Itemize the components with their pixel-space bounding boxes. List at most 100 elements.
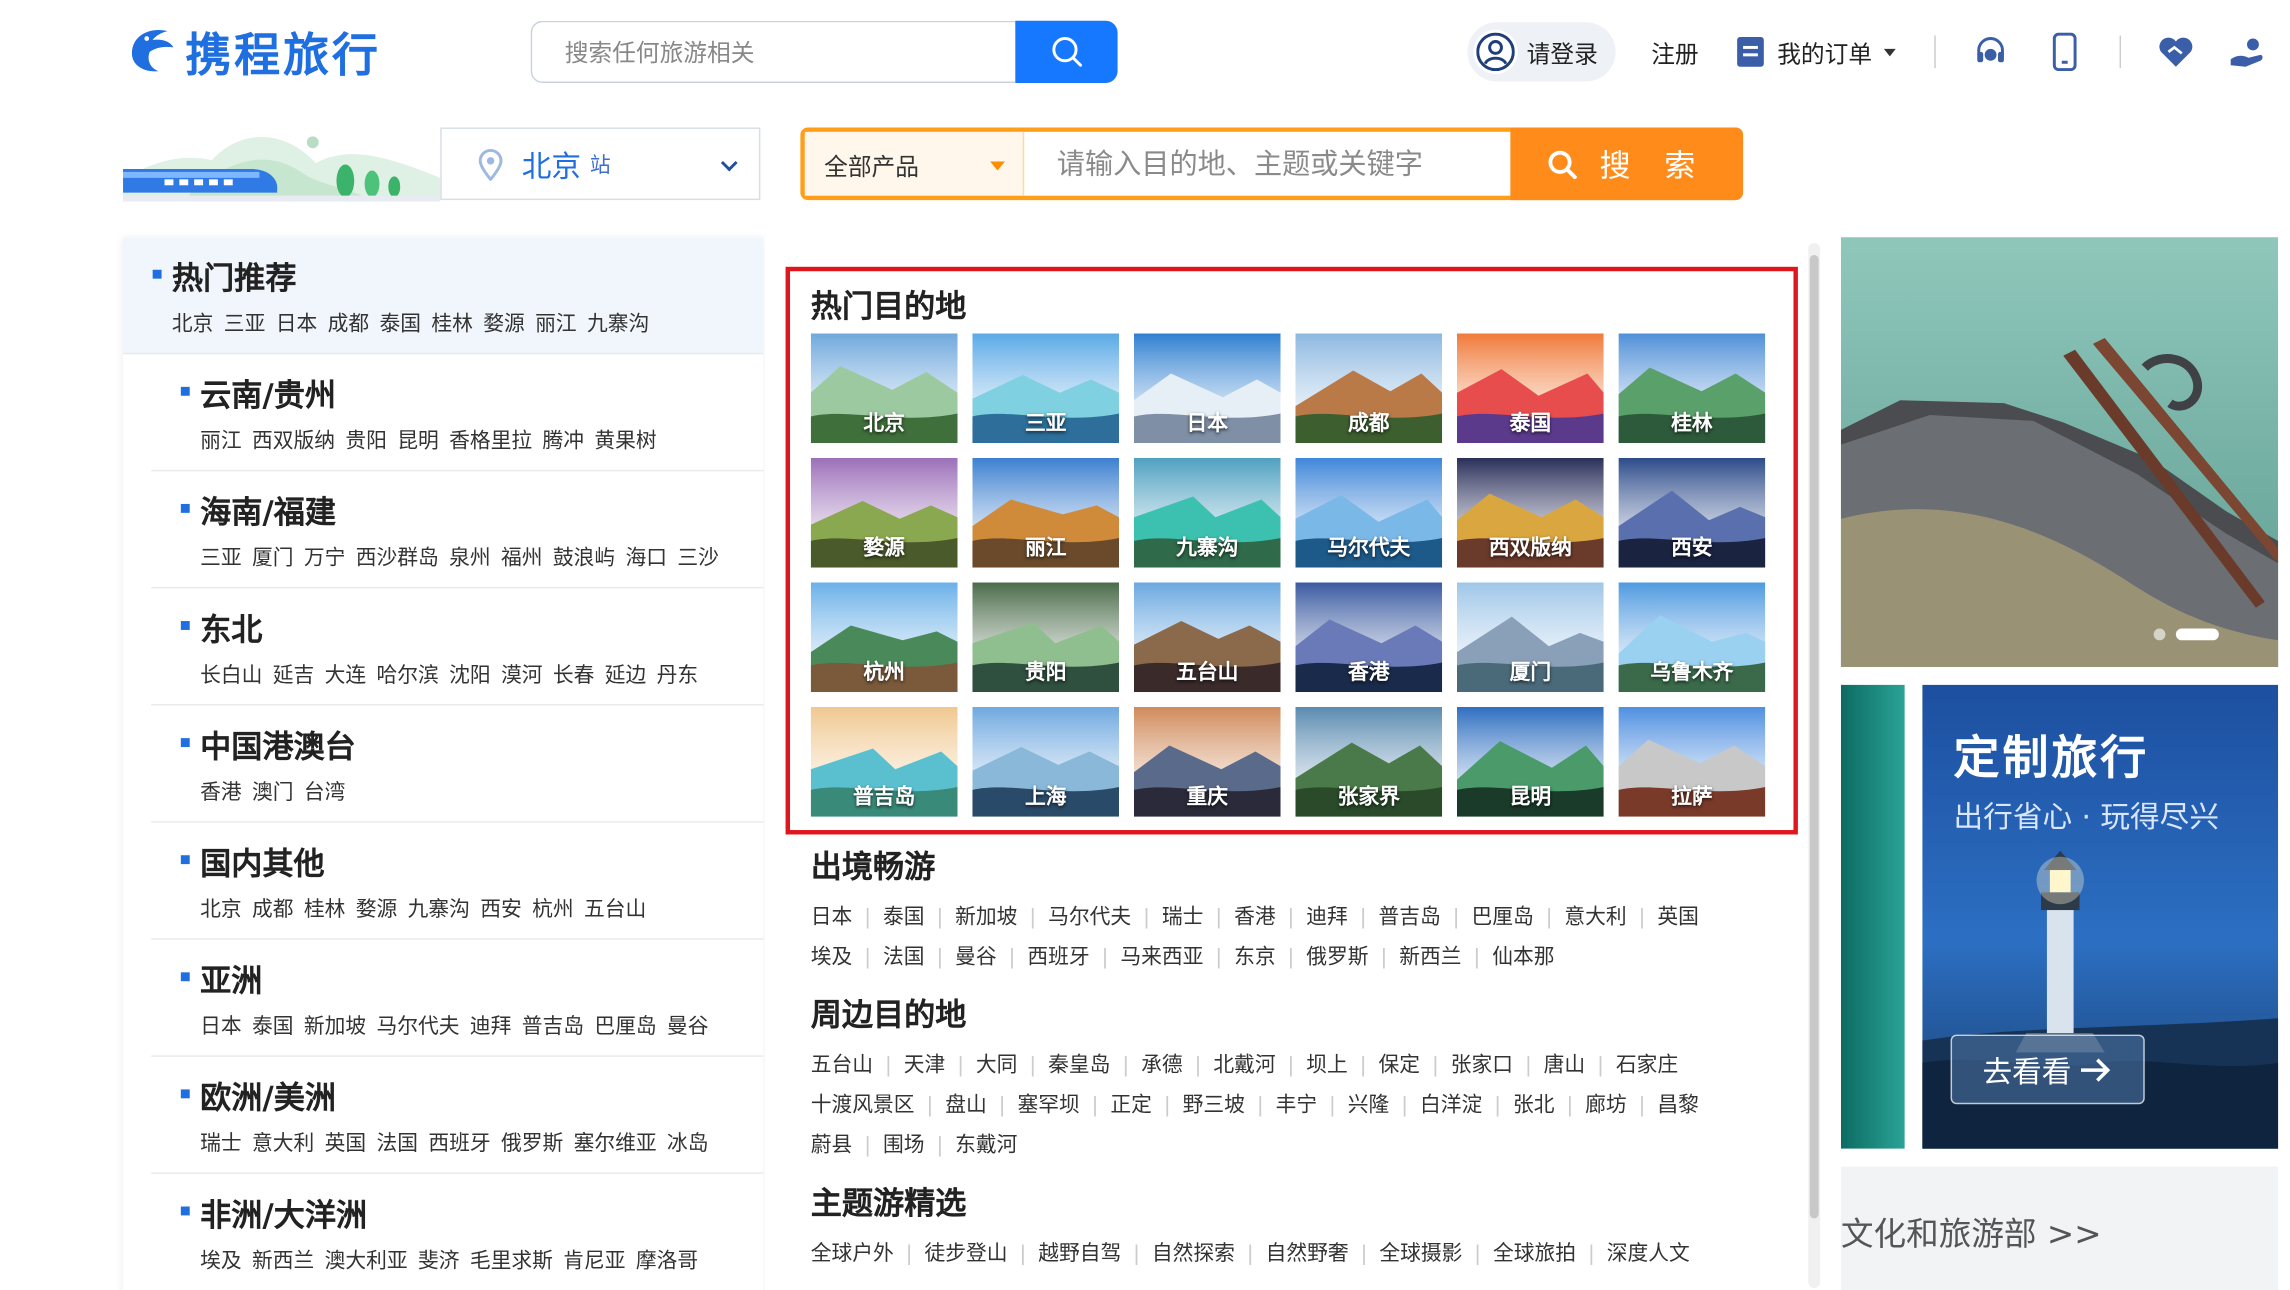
- destination-link[interactable]: 俄罗斯: [1306, 938, 1368, 978]
- category-link[interactable]: 巴厘岛: [594, 1015, 656, 1039]
- category-link[interactable]: 长春: [553, 664, 595, 688]
- category-item[interactable]: 海南/福建 三亚 厦门 万宁 西沙群岛 泉州 福州 鼓浪屿 海口 三沙: [151, 471, 764, 589]
- destination-tile[interactable]: 婺源: [810, 457, 958, 568]
- destination-tile[interactable]: 香港: [1295, 582, 1443, 693]
- destination-link[interactable]: 白洋淀: [1420, 1086, 1482, 1126]
- category-link[interactable]: 台湾: [304, 781, 346, 805]
- category-link[interactable]: 杭州: [532, 898, 574, 922]
- destination-link[interactable]: 埃及: [811, 938, 853, 978]
- destination-link[interactable]: 五台山: [811, 1046, 873, 1086]
- product-category-dropdown[interactable]: 全部产品: [804, 131, 1025, 196]
- category-link[interactable]: 曼谷: [667, 1015, 709, 1039]
- destination-link[interactable]: 英国: [1657, 898, 1699, 938]
- category-link[interactable]: 五台山: [584, 898, 646, 922]
- category-link[interactable]: 三亚: [224, 313, 266, 337]
- category-link[interactable]: 肯尼亚: [563, 1249, 625, 1273]
- destination-tile[interactable]: 北京: [810, 333, 958, 444]
- destination-link[interactable]: 全球旅拍: [1493, 1235, 1576, 1275]
- destination-link[interactable]: 保定: [1378, 1046, 1420, 1086]
- login-button[interactable]: 请登录: [1467, 22, 1616, 82]
- destination-tile[interactable]: 贵阳: [972, 582, 1120, 693]
- category-link[interactable]: 泰国: [252, 1015, 294, 1039]
- care-hand-icon[interactable]: [2228, 33, 2267, 72]
- category-link[interactable]: 西沙群岛: [356, 547, 439, 571]
- category-item[interactable]: 欧洲/美洲 瑞士 意大利 英国 法国 西班牙 俄罗斯 塞尔维亚 冰岛: [151, 1057, 764, 1174]
- destination-link[interactable]: 迪拜: [1306, 898, 1348, 938]
- category-item[interactable]: 非洲/大洋洲 埃及 新西兰 澳大利亚 斐济 毛里求斯 肯尼亚 摩洛哥: [151, 1174, 763, 1290]
- destination-link[interactable]: 仙本那: [1492, 938, 1554, 978]
- category-item[interactable]: 国内其他 北京 成都 桂林 婺源 九寨沟 西安 杭州 五台山: [151, 823, 764, 940]
- category-link[interactable]: 摩洛哥: [636, 1249, 698, 1273]
- destination-link[interactable]: 兴隆: [1348, 1086, 1390, 1126]
- category-link[interactable]: 北京: [172, 313, 214, 337]
- destination-link[interactable]: 张家口: [1451, 1046, 1513, 1086]
- destination-link[interactable]: 蔚县: [811, 1126, 853, 1166]
- destination-tile[interactable]: 九寨沟: [1133, 457, 1281, 568]
- destination-tile[interactable]: 乌鲁木齐: [1618, 582, 1766, 693]
- destination-link[interactable]: 新西兰: [1399, 938, 1461, 978]
- category-title[interactable]: 中国港澳台: [180, 723, 763, 767]
- category-item[interactable]: 亚洲 日本 泰国 新加坡 马尔代夫 迪拜 普吉岛 巴厘岛 曼谷: [151, 940, 764, 1057]
- destination-link[interactable]: 巴厘岛: [1471, 898, 1533, 938]
- category-link[interactable]: 瑞士: [200, 1132, 242, 1156]
- category-link[interactable]: 马尔代夫: [376, 1015, 459, 1039]
- category-title[interactable]: 国内其他: [180, 840, 763, 884]
- category-link[interactable]: 泰国: [379, 313, 421, 337]
- scrollbar-thumb[interactable]: [1809, 254, 1819, 1219]
- destination-tile[interactable]: 杭州: [810, 582, 958, 693]
- category-link[interactable]: 英国: [325, 1132, 367, 1156]
- category-link[interactable]: 桂林: [304, 898, 346, 922]
- destination-tile[interactable]: 泰国: [1457, 333, 1604, 444]
- category-title[interactable]: 东北: [180, 606, 763, 650]
- scrollbar[interactable]: [1808, 243, 1821, 1289]
- category-link[interactable]: 三沙: [677, 547, 719, 571]
- destination-link[interactable]: 香港: [1234, 898, 1276, 938]
- destination-link[interactable]: 意大利: [1564, 898, 1626, 938]
- destination-link[interactable]: 日本: [811, 898, 853, 938]
- category-title[interactable]: 云南/贵州: [180, 372, 763, 416]
- category-link[interactable]: 桂林: [431, 313, 473, 337]
- destination-link[interactable]: 廊坊: [1585, 1086, 1627, 1126]
- destination-link[interactable]: 昌黎: [1657, 1086, 1699, 1126]
- category-link[interactable]: 西双版纳: [252, 430, 335, 454]
- destination-link[interactable]: 十渡风景区: [811, 1086, 915, 1126]
- category-item[interactable]: 东北 长白山 延吉 大连 哈尔滨 沈阳 漠河 长春 延边 丹东: [151, 588, 764, 706]
- category-link[interactable]: 长白山: [200, 664, 262, 688]
- category-link[interactable]: 黄果树: [594, 430, 656, 454]
- destination-link[interactable]: 北戴河: [1213, 1046, 1275, 1086]
- category-link[interactable]: 腾冲: [542, 430, 584, 454]
- destination-tile[interactable]: 普吉岛: [810, 707, 958, 817]
- category-link[interactable]: 冰岛: [667, 1132, 709, 1156]
- go-see-button[interactable]: 去看看: [1950, 1034, 2145, 1105]
- category-link[interactable]: 婺源: [483, 313, 525, 337]
- category-link[interactable]: 九寨沟: [587, 313, 649, 337]
- destination-link[interactable]: 全球摄影: [1379, 1235, 1462, 1275]
- destination-link[interactable]: 马尔代夫: [1048, 898, 1131, 938]
- category-link[interactable]: 万宁: [304, 547, 346, 571]
- category-title[interactable]: 欧洲/美洲: [180, 1075, 763, 1119]
- destination-link[interactable]: 越野自驾: [1038, 1235, 1121, 1275]
- destination-link[interactable]: 石家庄: [1616, 1046, 1678, 1086]
- destination-link[interactable]: 正定: [1110, 1086, 1152, 1126]
- destination-link[interactable]: 东戴河: [955, 1126, 1017, 1166]
- destination-link[interactable]: 丰宁: [1276, 1086, 1318, 1126]
- my-orders-menu[interactable]: 我的订单: [1737, 34, 1896, 70]
- category-link[interactable]: 鼓浪屿: [553, 547, 615, 571]
- destination-link[interactable]: 泰国: [883, 898, 925, 938]
- category-link[interactable]: 日本: [276, 313, 318, 337]
- destination-tile[interactable]: 厦门: [1457, 582, 1604, 693]
- category-link[interactable]: 贵阳: [345, 430, 387, 454]
- category-link[interactable]: 三亚: [200, 547, 242, 571]
- station-selector[interactable]: 北京 站: [440, 127, 761, 201]
- temple-roof-banner-image[interactable]: [1840, 237, 2279, 667]
- category-link[interactable]: 丹东: [657, 664, 699, 688]
- destination-link[interactable]: 塞罕坝: [1017, 1086, 1079, 1126]
- destination-link[interactable]: 盘山: [945, 1086, 987, 1126]
- category-link[interactable]: 法国: [376, 1132, 418, 1156]
- category-link[interactable]: 普吉岛: [522, 1015, 584, 1039]
- destination-link[interactable]: 围场: [883, 1126, 925, 1166]
- destination-link[interactable]: 东京: [1234, 938, 1276, 978]
- category-link[interactable]: 日本: [200, 1015, 242, 1039]
- category-link[interactable]: 北京: [200, 898, 242, 922]
- destination-tile[interactable]: 三亚: [972, 333, 1120, 444]
